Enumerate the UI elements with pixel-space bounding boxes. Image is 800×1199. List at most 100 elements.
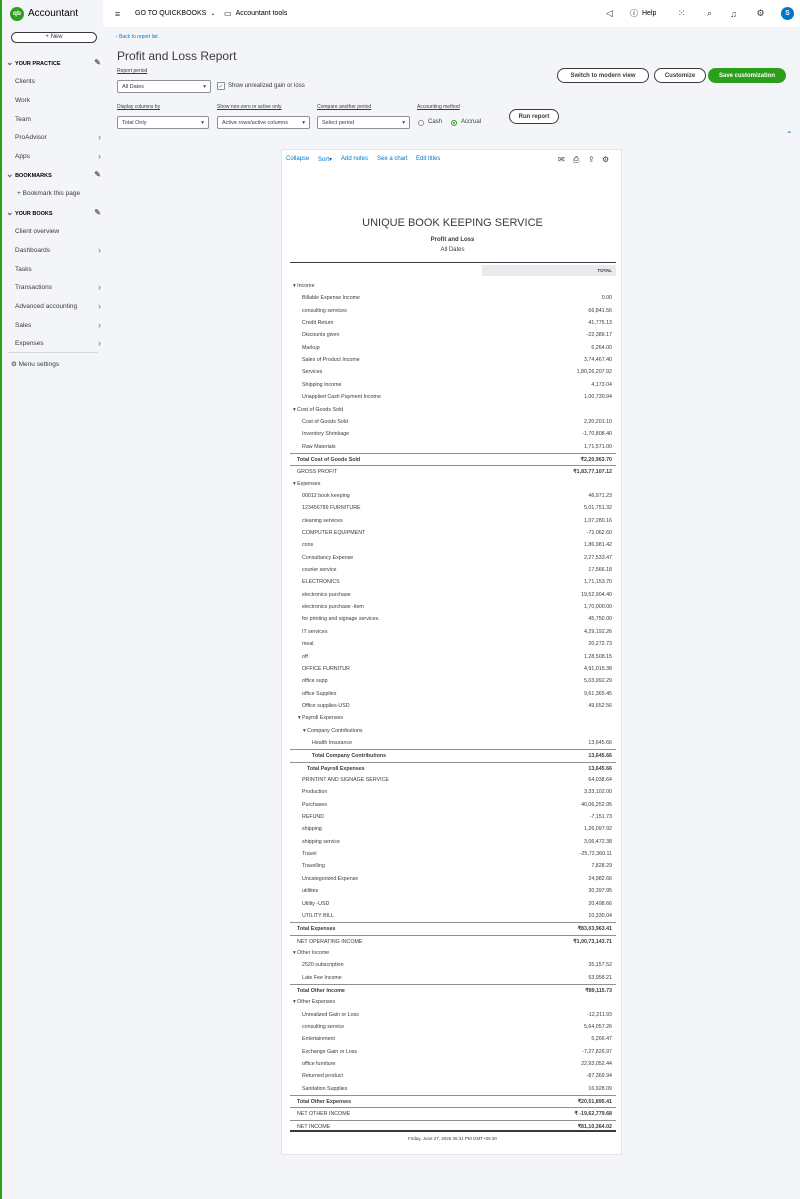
row-amount[interactable]: 1,26,097.92 bbox=[584, 826, 612, 832]
row-amount[interactable]: 1,07,280.16 bbox=[584, 518, 612, 524]
table-row[interactable]: Late Fee Income 53,958.21 bbox=[290, 972, 616, 984]
table-row[interactable]: cleaning services 1,07,280.16 bbox=[290, 515, 616, 527]
section-row[interactable]: ▾ Cost of Goods Sold bbox=[290, 404, 616, 416]
row-amount[interactable]: ₹1,83,77,107.12 bbox=[573, 469, 612, 475]
table-row[interactable]: electronics purchase -item 1,70,000.00 bbox=[290, 601, 616, 613]
megaphone-icon[interactable]: ◁ bbox=[603, 7, 616, 20]
row-amount[interactable]: 5,03,992.29 bbox=[584, 678, 612, 684]
table-row[interactable]: meal 20,272.73 bbox=[290, 638, 616, 650]
row-amount[interactable]: 5,266.47 bbox=[591, 1036, 612, 1042]
row-amount[interactable]: 5,01,751.32 bbox=[584, 505, 612, 511]
row-amount[interactable]: 10,330.04 bbox=[588, 913, 612, 919]
row-amount[interactable]: -25,72,360.11 bbox=[580, 851, 612, 857]
row-amount[interactable]: 49,652.56 bbox=[588, 703, 612, 709]
go-to-quickbooks-menu[interactable]: GO TO QUICKBOOKS ⌄ bbox=[135, 0, 215, 27]
table-row[interactable]: for printing and signage services. 45,750… bbox=[290, 613, 616, 625]
row-amount[interactable]: 20,498.66 bbox=[588, 901, 612, 907]
table-row[interactable]: consulting service 5,64,057.26 bbox=[290, 1021, 616, 1033]
row-amount[interactable]: -87,369.94 bbox=[587, 1073, 612, 1079]
sidebar-item-client-overview[interactable]: Client overview bbox=[15, 223, 101, 239]
total-row[interactable]: Total Other Expenses ₹20,51,895.41 bbox=[290, 1095, 616, 1107]
table-row[interactable]: Unapplied Cash Payment Income 1,00,730.94 bbox=[290, 391, 616, 403]
sidebar-item-clients[interactable]: Clients bbox=[15, 73, 101, 89]
table-row[interactable]: cons 1,86,981.42 bbox=[290, 539, 616, 551]
row-amount[interactable]: 40,06,252.95 bbox=[581, 802, 612, 808]
help-button[interactable]: ⓘ Help bbox=[630, 0, 656, 27]
row-amount[interactable]: 16,928.09 bbox=[588, 1086, 612, 1092]
table-row[interactable]: Sales of Product Income 3,74,467.40 bbox=[290, 354, 616, 366]
table-row[interactable]: Markup 6,264.00 bbox=[290, 342, 616, 354]
search-icon[interactable]: ⌕ bbox=[703, 7, 716, 20]
section-row[interactable]: ▾ Payroll Expenses bbox=[290, 712, 616, 724]
sidebar-item-proadvisor[interactable]: ProAdvisor › bbox=[15, 129, 101, 145]
table-row[interactable]: office supp 5,03,992.29 bbox=[290, 675, 616, 687]
sidebar-item-apps[interactable]: Apps › bbox=[15, 148, 101, 164]
row-amount[interactable]: 9,61,365.45 bbox=[584, 691, 612, 697]
table-row[interactable]: Travelling 7,828.29 bbox=[290, 860, 616, 872]
row-amount[interactable]: 64,038.64 bbox=[588, 777, 612, 783]
row-amount[interactable]: 1,86,981.42 bbox=[584, 542, 612, 548]
collapse-header-chevron-icon[interactable]: ⌃ bbox=[786, 130, 793, 139]
total-row[interactable]: Total Company Contributions 13,645.66 bbox=[290, 749, 616, 761]
section-row[interactable]: ▾ Company Contributions bbox=[290, 725, 616, 737]
table-row[interactable]: Services 1,80,26,207.92 bbox=[290, 366, 616, 378]
table-row[interactable]: COMPUTER EQUIPMENT -72,062.60 bbox=[290, 527, 616, 539]
your-practice-section[interactable]: ⌄ YOUR PRACTICE ✎ bbox=[6, 55, 101, 69]
table-row[interactable]: Billable Expense Income 0.00 bbox=[290, 292, 616, 304]
row-amount[interactable]: 1,80,26,207.92 bbox=[577, 369, 612, 375]
bookmarks-section[interactable]: ⌄ BOOKMARKS ✎ bbox=[6, 167, 101, 181]
table-row[interactable]: Returned product -87,369.94 bbox=[290, 1070, 616, 1082]
table-row[interactable]: Inventory Shrinkage -1,70,808.40 bbox=[290, 428, 616, 440]
row-amount[interactable]: 4,91,015.38 bbox=[584, 666, 612, 672]
row-amount[interactable]: 1,70,000.00 bbox=[584, 604, 612, 610]
section-row[interactable]: ▾ Income bbox=[290, 280, 616, 292]
net-row[interactable]: NET INCOME ₹81,10,364.02 bbox=[290, 1119, 616, 1132]
row-amount[interactable]: ₹ -19,62,779.68 bbox=[574, 1111, 612, 1117]
row-amount[interactable]: -12,211.93 bbox=[587, 1012, 612, 1018]
sidebar-item-tasks[interactable]: Tasks bbox=[15, 261, 101, 277]
menu-settings[interactable]: ⚙ Menu settings bbox=[11, 356, 97, 372]
table-row[interactable]: 00012 book keeping 46,971.23 bbox=[290, 490, 616, 502]
row-amount[interactable]: 53,958.21 bbox=[588, 975, 612, 981]
section-row[interactable]: ▾ Expenses bbox=[290, 478, 616, 490]
bookmark-this-page[interactable]: + Bookmark this page bbox=[17, 185, 103, 201]
sidebar-item-advanced-accounting[interactable]: Advanced accounting › bbox=[15, 298, 101, 314]
row-amount[interactable]: 17,566.18 bbox=[588, 567, 612, 573]
table-row[interactable]: office Supplies 9,61,365.45 bbox=[290, 688, 616, 700]
table-row[interactable]: Office supplies-USD 49,652.56 bbox=[290, 700, 616, 712]
row-amount[interactable]: 1,00,730.94 bbox=[584, 394, 612, 400]
row-amount[interactable]: 66,841.56 bbox=[588, 308, 612, 314]
accrual-radio[interactable] bbox=[451, 120, 457, 126]
avatar[interactable]: S bbox=[781, 7, 794, 20]
table-row[interactable]: Credit Return 41,775.13 bbox=[290, 317, 616, 329]
table-row[interactable]: 2520 subscription 35,157.52 bbox=[290, 959, 616, 971]
non-zero-select[interactable]: Active rows/active columns ▾ bbox=[217, 116, 310, 129]
row-amount[interactable]: 4,29,192.26 bbox=[584, 629, 612, 635]
table-row[interactable]: office furniture 22,93,052.44 bbox=[290, 1058, 616, 1070]
table-row[interactable]: ELECTRONICS 1,71,153.70 bbox=[290, 576, 616, 588]
row-amount[interactable]: 4,173.04 bbox=[591, 382, 612, 388]
edit-pencil-icon[interactable]: ✎ bbox=[94, 58, 101, 67]
cash-radio[interactable] bbox=[418, 120, 424, 126]
row-amount[interactable]: 30,397.95 bbox=[588, 888, 612, 894]
table-row[interactable]: Uncategorized Expense 24,982.66 bbox=[290, 873, 616, 885]
sidebar-item-dashboards[interactable]: Dashboards › bbox=[15, 242, 101, 258]
sidebar-item-transactions[interactable]: Transactions › bbox=[15, 279, 101, 295]
section-row[interactable]: ▾ Other Expenses bbox=[290, 996, 616, 1008]
edit-pencil-icon[interactable]: ✎ bbox=[94, 170, 101, 179]
table-row[interactable]: REFUND -7,151.73 bbox=[290, 811, 616, 823]
table-row[interactable]: IT services 4,29,192.26 bbox=[290, 626, 616, 638]
bell-icon[interactable]: ♫ bbox=[727, 7, 740, 20]
row-amount[interactable]: ₹83,03,963.41 bbox=[578, 926, 612, 932]
row-amount[interactable]: 3,74,467.40 bbox=[584, 357, 612, 363]
table-row[interactable]: consulting services 66,841.56 bbox=[290, 305, 616, 317]
report-period-select[interactable]: All Dates ▾ bbox=[117, 80, 211, 93]
table-row[interactable]: Entertainment 5,266.47 bbox=[290, 1033, 616, 1045]
row-amount[interactable]: 0.00 bbox=[602, 295, 612, 301]
table-row[interactable]: UTILITY BILL 10,330.04 bbox=[290, 910, 616, 922]
total-row[interactable]: Total Expenses ₹83,03,963.41 bbox=[290, 922, 616, 934]
apps-grid-icon[interactable]: ⁙ bbox=[675, 7, 688, 20]
row-amount[interactable]: 7,828.29 bbox=[591, 863, 612, 869]
save-customization-button[interactable]: Save customization bbox=[708, 68, 786, 83]
sidebar-item-work[interactable]: Work bbox=[15, 92, 101, 108]
